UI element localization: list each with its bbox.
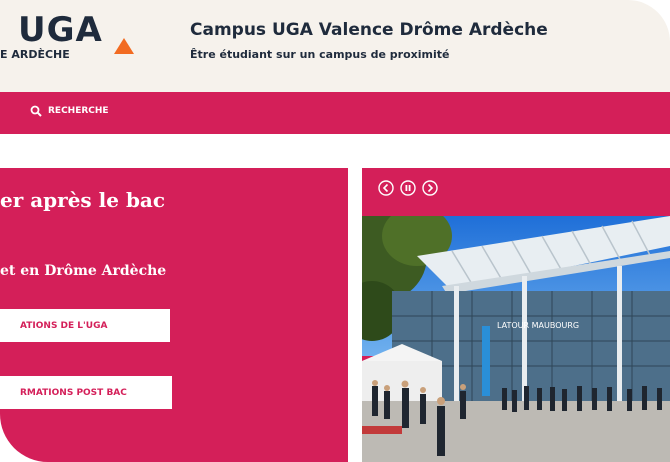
logo-triangle-icon (114, 38, 134, 54)
uga-logo[interactable]: UGA E ARDÈCHE (0, 10, 160, 64)
uga-formations-button[interactable]: ATIONS DE L'UGA (0, 309, 170, 342)
photo-carousel: LATOUR MAUBOURG (362, 168, 670, 462)
search-label: RECHERCHE (48, 106, 109, 116)
chevron-right-icon[interactable] (422, 180, 438, 196)
carousel-controls (378, 180, 438, 196)
search-button[interactable]: RECHERCHE (30, 105, 109, 117)
pause-icon[interactable] (400, 180, 416, 196)
post-bac-formations-button[interactable]: RMATIONS POST BAC (0, 376, 172, 409)
logo-main-text: UGA (18, 10, 103, 50)
logo-sub-text: E ARDÈCHE (0, 48, 70, 61)
search-icon (30, 105, 42, 117)
campus-photo: LATOUR MAUBOURG (362, 216, 670, 462)
building-sign-text: LATOUR MAUBOURG (497, 321, 579, 330)
site-subtitle: Être étudiant sur un campus de proximité (190, 48, 450, 61)
panel-subtitle: et en Drôme Ardèche (0, 263, 167, 279)
panel-title: er après le bac (0, 188, 166, 212)
main-nav: RECHERCHE (0, 92, 670, 134)
page-frame: UGA E ARDÈCHE Campus UGA Valence Drôme A… (0, 0, 670, 462)
after-bac-panel: er après le bac et en Drôme Ardèche ATIO… (0, 168, 348, 462)
site-header: UGA E ARDÈCHE Campus UGA Valence Drôme A… (0, 0, 670, 92)
chevron-left-icon[interactable] (378, 180, 394, 196)
site-title[interactable]: Campus UGA Valence Drôme Ardèche (190, 20, 548, 40)
